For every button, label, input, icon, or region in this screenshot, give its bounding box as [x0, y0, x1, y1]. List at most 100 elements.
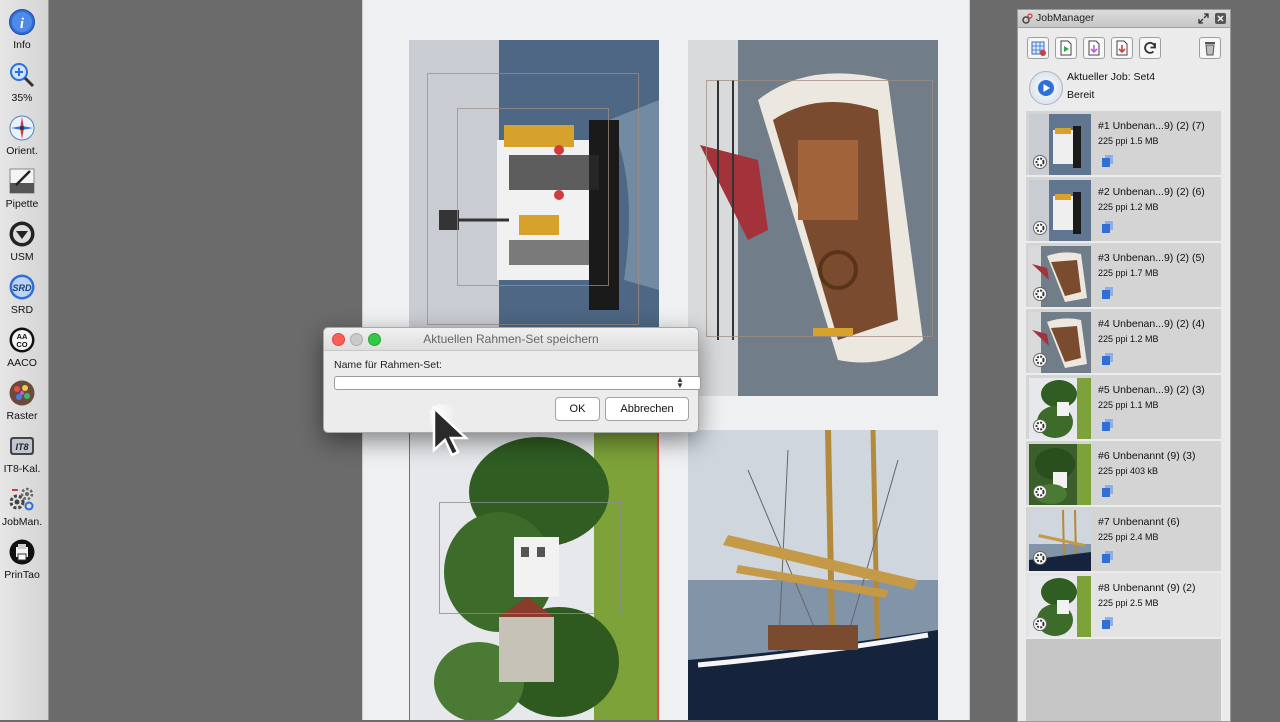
selection-edge-right [657, 432, 659, 720]
svg-text:CO: CO [16, 340, 27, 349]
it8-icon-text: IT8 [15, 442, 28, 452]
grid-add-icon [1031, 41, 1046, 56]
photo-sailboat-pier[interactable] [688, 40, 938, 396]
job-name: #5 Unbenan...9) (2) (3) [1098, 384, 1205, 396]
toolbar-label-it8: IT8-Kal. [3, 463, 41, 475]
job-settings-icon[interactable] [1033, 287, 1047, 301]
document-add-icon [1060, 40, 1072, 56]
toolbar-item-it8-calibration[interactable]: IT8 IT8-Kal. [0, 424, 44, 476]
frame-set-name-label: Name für Rahmen-Set: [334, 359, 442, 371]
job-meta: 225 ppi 1.1 MB [1098, 400, 1159, 410]
dialog-title: Aktuellen Rahmen-Set speichern [423, 332, 599, 346]
dialog-titlebar[interactable]: Aktuellen Rahmen-Set speichern [324, 328, 698, 351]
job-status-label: Bereit [1067, 89, 1095, 101]
cancel-button[interactable]: Abbrechen [605, 397, 689, 421]
job-item-2[interactable]: #2 Unbenan...9) (2) (6) 225 ppi 1.2 MB [1026, 177, 1221, 243]
toolbar-item-zoom[interactable]: 35% [0, 53, 44, 105]
toolbar-label-zoom: 35% [11, 92, 33, 104]
document-remove-icon [1116, 40, 1128, 56]
job-name: #2 Unbenan...9) (2) (6) [1098, 186, 1205, 198]
toolbar-label-info: Info [13, 39, 31, 51]
job-document-icon [1102, 221, 1113, 233]
job-name: #3 Unbenan...9) (2) (5) [1098, 252, 1205, 264]
job-item-3[interactable]: #3 Unbenan...9) (2) (5) 225 ppi 1.7 MB [1026, 243, 1221, 309]
toolbar-label-aaco: AACO [7, 357, 37, 369]
jobmanager-panel[interactable]: JobManager Aktueller Job: Set4 Bereit #1… [1017, 9, 1231, 722]
job-meta: 225 ppi 1.2 MB [1098, 202, 1159, 212]
selection-edge-left [409, 432, 410, 720]
current-job-label: Aktueller Job: Set4 [1067, 71, 1156, 83]
jobmanager-titlebar[interactable]: JobManager [1018, 10, 1230, 28]
toolbar-item-raster[interactable]: Raster [0, 371, 44, 423]
name-dropdown-arrows-icon[interactable]: ▲ ▼ [676, 376, 684, 390]
toolbar-label-pipette: Pipette [5, 198, 39, 210]
photo-houses[interactable] [409, 432, 659, 720]
toolbar-item-aaco[interactable]: AA CO AACO [0, 318, 44, 370]
frame-set-name-input[interactable] [334, 376, 701, 390]
toolbar-label-usm: USM [10, 251, 34, 263]
job-settings-icon[interactable] [1033, 551, 1047, 565]
remove-job-button[interactable] [1111, 37, 1133, 59]
job-settings-icon[interactable] [1033, 485, 1047, 499]
ok-button[interactable]: OK [555, 397, 600, 421]
aaco-icon: AA CO [9, 327, 35, 353]
save-frame-set-dialog[interactable]: Aktuellen Rahmen-Set speichern Name für … [323, 327, 701, 433]
job-meta: 225 ppi 2.5 MB [1098, 598, 1159, 608]
crop-frame[interactable] [706, 80, 933, 337]
run-job-button[interactable] [1029, 71, 1063, 105]
job-settings-icon[interactable] [1033, 353, 1047, 367]
toolbar-label-orientation: Orient. [6, 145, 38, 157]
add-all-jobs-button[interactable] [1027, 37, 1049, 59]
job-meta: 225 ppi 1.2 MB [1098, 334, 1159, 344]
job-settings-icon[interactable] [1033, 617, 1047, 631]
toolbar-item-printao[interactable]: PrinTao [0, 530, 44, 582]
it8-calibration-icon: IT8 [10, 437, 34, 455]
info-icon: i [9, 9, 35, 35]
crop-frame[interactable] [439, 502, 621, 614]
job-settings-icon[interactable] [1033, 419, 1047, 433]
job-item-4[interactable]: #4 Unbenan...9) (2) (4) 225 ppi 1.2 MB [1026, 309, 1221, 375]
job-name: #7 Unbenannt (6) [1098, 516, 1180, 528]
job-meta: 225 ppi 1.5 MB [1098, 136, 1159, 146]
refresh-button[interactable] [1139, 37, 1161, 59]
job-item-7[interactable]: #7 Unbenannt (6) 225 ppi 2.4 MB [1026, 507, 1221, 573]
toolbar-label-raster: Raster [6, 410, 38, 422]
insert-job-button[interactable] [1083, 37, 1105, 59]
toolbar-item-usm[interactable]: USM [0, 212, 44, 264]
toolbar-item-jobmanager[interactable]: JobMan. [0, 477, 44, 529]
job-item-8[interactable]: #8 Unbenannt (9) (2) 225 ppi 2.5 MB [1026, 573, 1221, 639]
job-document-icon [1102, 419, 1113, 431]
trash-button[interactable] [1199, 37, 1221, 59]
crop-frame-inner[interactable] [457, 108, 609, 286]
jobmanager-gears-small-icon [1022, 13, 1033, 24]
job-settings-icon[interactable] [1033, 155, 1047, 169]
job-name: #1 Unbenan...9) (2) (7) [1098, 120, 1205, 132]
job-meta: 225 ppi 1.7 MB [1098, 268, 1159, 278]
toolbar-item-orientation[interactable]: Orient. [0, 106, 44, 158]
close-panel-icon[interactable] [1215, 13, 1226, 24]
pipette-icon [9, 168, 35, 194]
job-document-icon [1102, 551, 1113, 563]
raster-icon [9, 380, 35, 406]
job-item-1[interactable]: #1 Unbenan...9) (2) (7) 225 ppi 1.5 MB [1026, 111, 1221, 177]
job-settings-icon[interactable] [1033, 221, 1047, 235]
orientation-icon [9, 115, 35, 141]
play-icon [1038, 80, 1054, 96]
job-item-6[interactable]: #6 Unbenannt (9) (3) 225 ppi 403 kB [1026, 441, 1221, 507]
job-item-5[interactable]: #5 Unbenan...9) (2) (3) 225 ppi 1.1 MB [1026, 375, 1221, 441]
document-insert-icon [1088, 40, 1100, 56]
job-list[interactable]: #1 Unbenan...9) (2) (7) 225 ppi 1.5 MB #… [1026, 111, 1221, 721]
toolbar-item-pipette[interactable]: Pipette [0, 159, 44, 211]
photo-ferry[interactable] [409, 40, 659, 327]
collapse-panel-icon[interactable] [1198, 13, 1209, 24]
jobmanager-title: JobManager [1036, 12, 1095, 24]
photo-tall-ship[interactable] [688, 430, 938, 720]
toolbar-item-info[interactable]: i Info [0, 0, 44, 52]
usm-icon [9, 221, 35, 247]
left-toolbar: i Info 35% Orient. Pipette USM SRD SRD A… [0, 0, 49, 720]
toolbar-item-srd[interactable]: SRD SRD [0, 265, 44, 317]
add-job-button[interactable] [1055, 37, 1077, 59]
job-document-icon [1102, 617, 1113, 629]
job-document-icon [1102, 485, 1113, 497]
toolbar-label-srd: SRD [10, 304, 34, 316]
